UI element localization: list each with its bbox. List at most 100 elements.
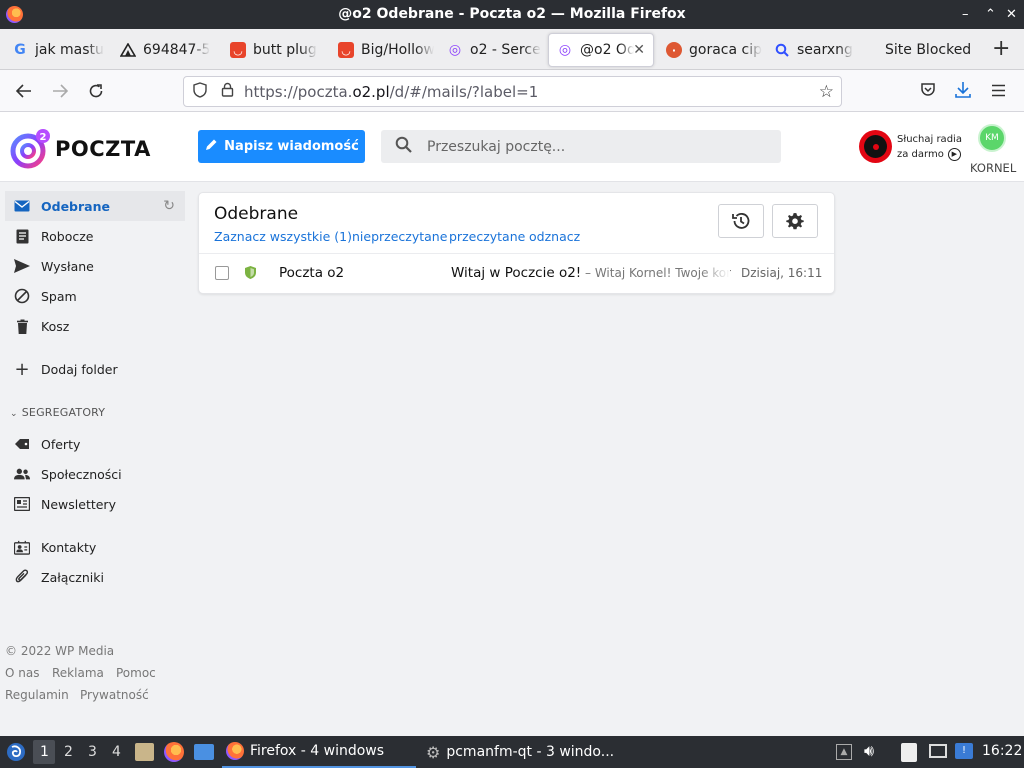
search-placeholder: Przeszukaj pocztę... — [427, 138, 566, 155]
volume-icon[interactable]: 🔊︎ — [864, 741, 874, 761]
tab-o2-serce[interactable]: ◎ o2 - Serce — [439, 33, 543, 67]
reload-button[interactable] — [83, 78, 109, 104]
select-all-link[interactable]: Zaznacz wszystkie (1) — [214, 229, 352, 244]
filter-unread-link[interactable]: nieprzeczytane — [352, 229, 447, 244]
sidebar-item-kosz[interactable]: Kosz — [5, 311, 185, 341]
mail-search[interactable]: Przeszukaj pocztę... — [381, 130, 781, 163]
taskbar: 1 2 3 4 Firefox - 4 windows ⚙ pcmanfm-qt… — [0, 736, 1024, 768]
workspace-2[interactable]: 2 — [64, 744, 73, 760]
add-folder-button[interactable]: + Dodaj folder — [5, 354, 185, 384]
sidebar-item-spolecznosci[interactable]: Społeczności — [5, 459, 185, 489]
sidebar-item-spam[interactable]: Spam — [5, 281, 185, 311]
footer-copyright: © 2022 WP Media — [5, 644, 115, 658]
spam-icon — [14, 288, 30, 304]
mail-subject[interactable]: Witaj w Poczcie o2! – Witaj Kornel! Twoj… — [451, 265, 731, 281]
workspace-1[interactable]: 1 — [40, 744, 49, 760]
network-icon[interactable] — [929, 744, 947, 758]
shop-icon: ◡ — [338, 42, 354, 58]
maximize-button[interactable]: ⌃ — [985, 0, 996, 29]
footer-link-reklama[interactable]: Reklama — [52, 666, 104, 680]
forward-arrow-icon — [53, 84, 68, 98]
sidebar-item-wyslane[interactable]: Wysłane — [5, 251, 185, 281]
tab-big-hollow[interactable]: ◡ Big/Hollow — [330, 33, 434, 67]
window-title: @o2 Odebrane - Poczta o2 — Mozilla Firef… — [338, 6, 686, 22]
tab-duckduckgo[interactable]: · goraca cipka — [658, 33, 762, 67]
app-logo-text[interactable]: POCZTA — [55, 137, 151, 161]
tab-site-blocked[interactable]: Site Blocked — [876, 33, 980, 67]
snippet-fade — [700, 262, 730, 284]
radio-promo[interactable]: Słuchaj radia za darmo ▶ — [897, 132, 962, 162]
sidebar-item-kontakty[interactable]: Kontakty — [5, 532, 185, 562]
contacts-icon — [14, 539, 30, 555]
paperclip-icon — [14, 569, 30, 585]
menu-icon[interactable] — [991, 84, 1006, 101]
downloads-icon[interactable] — [955, 81, 971, 103]
shop-icon: ◡ — [230, 42, 246, 58]
verified-sender-shield-icon — [244, 265, 258, 281]
radio-icon[interactable] — [859, 130, 892, 163]
taskbar-firefox[interactable]: Firefox - 4 windows — [222, 736, 416, 768]
send-icon — [14, 258, 30, 274]
workspace-4[interactable]: 4 — [112, 744, 121, 760]
minimize-button[interactable]: – — [962, 0, 969, 29]
back-button[interactable] — [11, 78, 37, 104]
url-bar[interactable]: https://poczta.o2.pl/d/#/mails/?label=1 … — [183, 76, 842, 107]
footer-link-prywatnosc[interactable]: Prywatność — [80, 688, 149, 702]
poczta-logo-icon[interactable]: 2 — [10, 128, 50, 169]
user-name[interactable]: KORNEL — [970, 161, 1016, 175]
sidebar-item-odebrane[interactable]: Odebrane ↻ — [5, 191, 185, 221]
segregators-heading[interactable]: ⌄ SEGREGATORY — [10, 406, 105, 419]
refresh-icon[interactable]: ↻ — [163, 198, 175, 214]
divider — [199, 253, 834, 254]
sidebar-item-newslettery[interactable]: Newslettery — [5, 489, 185, 519]
bookmark-star-icon[interactable]: ☆ — [819, 82, 834, 102]
compose-button[interactable]: Napisz wiadomość — [198, 130, 365, 163]
tray-up-arrow-icon[interactable]: ▲ — [836, 744, 852, 760]
tracking-shield-icon[interactable] — [193, 81, 207, 102]
tab-butt[interactable]: ◡ butt plug — [222, 33, 326, 67]
deselect-link[interactable]: odznacz — [529, 229, 580, 244]
tab-searxng[interactable]: searxng — [766, 33, 870, 67]
footer-link-pomoc[interactable]: Pomoc — [116, 666, 156, 680]
tab-site[interactable]: 694847-5 — [112, 33, 216, 67]
tab-google[interactable]: G jak mastu — [4, 33, 108, 67]
mail-select-checkbox[interactable] — [215, 266, 229, 280]
clipboard-icon[interactable] — [901, 743, 917, 762]
sidebar-item-oferty[interactable]: Oferty — [5, 429, 185, 459]
user-avatar[interactable]: KM — [978, 124, 1006, 152]
tab-bar: G jak mastu 694847-5 ◡ butt plug ◡ Big/H… — [0, 29, 1024, 70]
taskbar-pcmanfm[interactable]: ⚙ pcmanfm-qt - 3 windo... — [426, 736, 626, 768]
url-text[interactable]: https://poczta.o2.pl/d/#/mails/?label=1 — [244, 83, 538, 101]
people-icon — [14, 466, 30, 482]
back-arrow-icon — [16, 84, 31, 98]
footer-link-o-nas[interactable]: O nas — [5, 666, 39, 680]
close-tab-icon[interactable]: ✕ — [633, 42, 645, 58]
new-tab-button[interactable]: + — [992, 38, 1010, 60]
tag-icon — [14, 436, 30, 452]
file-manager-icon[interactable] — [135, 743, 154, 761]
sidebar-item-zalaczniki[interactable]: Załączniki — [5, 562, 185, 592]
history-button[interactable] — [718, 204, 764, 238]
sidebar-item-robocze[interactable]: Robocze — [5, 221, 185, 251]
close-window-button[interactable]: ✕ — [1006, 0, 1017, 29]
search-icon — [774, 42, 790, 58]
pencil-icon — [204, 138, 218, 156]
footer-link-regulamin[interactable]: Regulamin — [5, 688, 69, 702]
start-menu-icon[interactable] — [6, 742, 26, 766]
site-icon — [120, 42, 136, 58]
forward-button[interactable] — [47, 78, 73, 104]
tab-o2-odebrane[interactable]: ◎ @o2 Odebrane ✕ — [548, 33, 654, 67]
o2-icon: ◎ — [558, 42, 572, 58]
o2-icon: ◎ — [448, 42, 462, 58]
pocket-icon[interactable] — [920, 82, 936, 102]
mail-sender[interactable]: Poczta o2 — [279, 265, 344, 281]
clock[interactable]: 16:22 — [982, 743, 1022, 759]
workspace-3[interactable]: 3 — [88, 744, 97, 760]
filter-read-link[interactable]: przeczytane — [449, 229, 525, 244]
settings-button[interactable] — [772, 204, 818, 238]
firefox-launcher-icon[interactable] — [164, 742, 184, 762]
update-icon[interactable]: ! — [955, 743, 973, 759]
lock-icon[interactable] — [221, 82, 234, 101]
reload-icon — [89, 84, 103, 98]
desktop-icon[interactable] — [194, 744, 214, 760]
